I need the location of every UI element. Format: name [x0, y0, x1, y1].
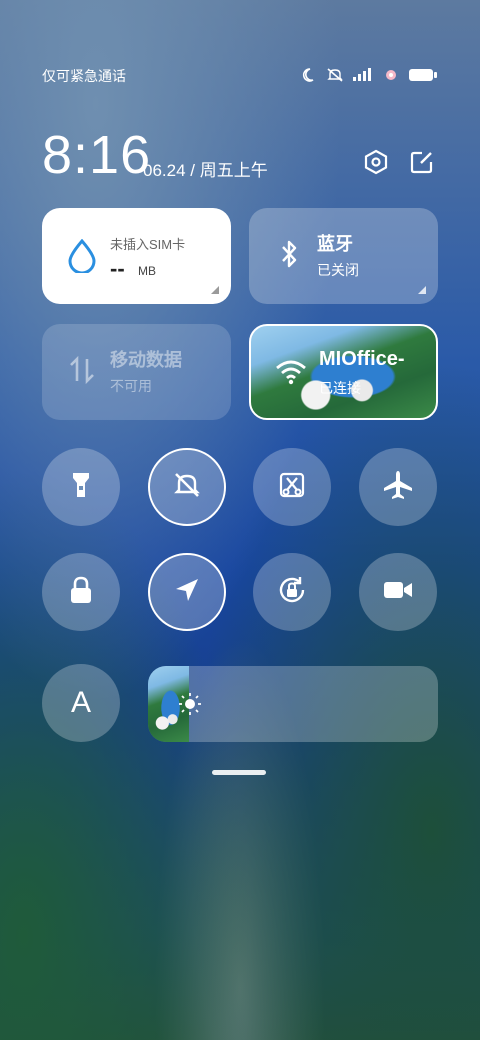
signal-icon: [352, 67, 374, 85]
bluetooth-status: 已关闭: [317, 262, 359, 278]
screenshot-toggle[interactable]: [253, 448, 331, 526]
expand-corner-icon: [418, 286, 426, 294]
scissors-icon: [277, 470, 307, 505]
moon-icon: [302, 67, 318, 86]
screen-record-toggle[interactable]: [359, 553, 437, 631]
flower-icon: [382, 67, 400, 86]
data-usage-value: --: [110, 256, 125, 281]
bluetooth-tile[interactable]: 蓝牙 已关闭: [249, 208, 438, 304]
lock-icon: [68, 575, 94, 610]
expand-corner-icon: [211, 286, 219, 294]
mute-icon: [326, 67, 344, 86]
rotation-lock-toggle[interactable]: [253, 553, 331, 631]
rotation-lock-icon: [276, 574, 308, 611]
airplane-icon: [382, 469, 414, 506]
bell-off-icon: [172, 470, 202, 505]
settings-button[interactable]: [362, 149, 390, 180]
data-usage-title: 未插入SIM卡: [110, 237, 186, 252]
wifi-title: MIOffice-: [319, 348, 405, 370]
bluetooth-title: 蓝牙: [317, 234, 353, 254]
clock-time: 8:16: [42, 125, 152, 185]
video-camera-icon: [382, 578, 414, 607]
mobile-data-tile[interactable]: 移动数据 不可用: [42, 324, 231, 420]
airplane-toggle[interactable]: [359, 448, 437, 526]
data-usage-tile[interactable]: 未插入SIM卡 -- MB: [42, 208, 231, 304]
status-icons: [302, 67, 438, 86]
flashlight-icon: [70, 470, 92, 505]
brightness-slider[interactable]: [148, 666, 438, 742]
bluetooth-icon: [271, 236, 307, 272]
data-usage-unit: MB: [138, 264, 156, 278]
wifi-tile[interactable]: MIOffice- 已连接: [249, 324, 438, 420]
edit-icon: [410, 150, 434, 179]
date-text: 06.24 / 周五上午: [143, 161, 268, 180]
status-bar: 仅可紧急通话: [42, 64, 438, 88]
location-toggle[interactable]: [148, 553, 226, 631]
wifi-icon: [273, 354, 309, 390]
location-arrow-icon: [172, 575, 202, 610]
mobile-data-title: 移动数据: [110, 350, 182, 370]
edit-button[interactable]: [408, 150, 436, 178]
water-drop-icon: [64, 238, 100, 274]
battery-icon: [408, 68, 438, 85]
wifi-status: 已连接: [319, 380, 361, 396]
auto-brightness-label: A: [70, 686, 91, 719]
flashlight-toggle[interactable]: [42, 448, 120, 526]
lock-toggle[interactable]: [42, 553, 120, 631]
sun-icon: [178, 692, 202, 721]
home-indicator[interactable]: [212, 770, 266, 775]
carrier-text: 仅可紧急通话: [42, 68, 126, 84]
mute-toggle[interactable]: [148, 448, 226, 526]
data-arrows-icon: [64, 352, 100, 388]
mobile-data-status: 不可用: [110, 378, 152, 394]
auto-brightness-toggle[interactable]: A: [42, 664, 120, 742]
settings-icon: [363, 149, 389, 180]
